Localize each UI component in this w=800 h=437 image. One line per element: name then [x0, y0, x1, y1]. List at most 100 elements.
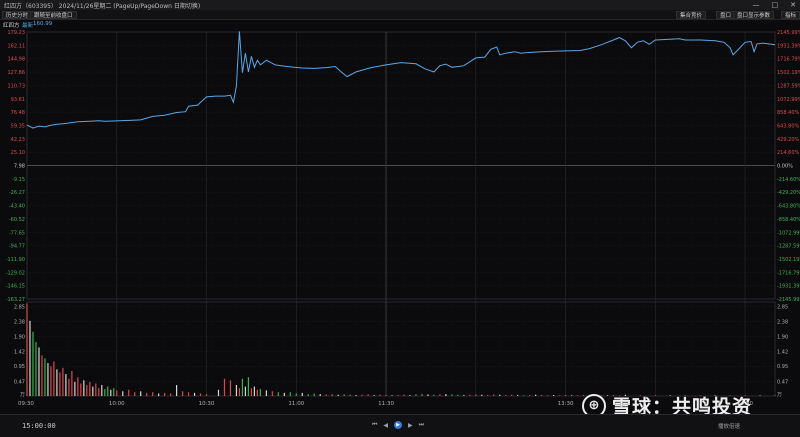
- playback-bar: 15:00:00 ⏮ ◀ ▶ ▶ ⏭ 播放倍速: [0, 414, 800, 437]
- window-controls: — □ ✕: [749, 0, 797, 10]
- skip-forward-icon[interactable]: ⏭: [419, 421, 424, 429]
- volume-bar: [774, 395, 776, 396]
- volume-bar: [170, 393, 172, 396]
- volume-tick-label: 2.38: [14, 319, 25, 325]
- percent-tick-label: 643.80%: [777, 123, 799, 129]
- volume-bar: [193, 392, 196, 396]
- time-tick-label: 11:00: [288, 401, 304, 407]
- playback-controls: ⏮ ◀ ▶ ▶ ⏭: [372, 421, 424, 429]
- volume-bar: [26, 303, 28, 396]
- volume-bar: [517, 395, 519, 396]
- percent-axis: 2145.99% 1931.39% 1716.79% 1502.19% 1287.59%…: [777, 30, 800, 303]
- auction-button[interactable]: 集合竞价: [676, 11, 707, 19]
- percent-tick-label: -214.60%: [777, 177, 800, 183]
- price-tick-label: 93.61: [11, 97, 25, 103]
- volume-unit-label: 万: [20, 392, 25, 398]
- price-tick-label: 76.48: [11, 110, 25, 116]
- step-forward-icon[interactable]: ▶: [408, 422, 413, 429]
- percent-tick-label: 1931.39%: [777, 43, 800, 49]
- volume-bar: [535, 394, 537, 396]
- volume-bar: [541, 395, 543, 396]
- volume-bar: [187, 392, 190, 396]
- price-tick-label: -129.02: [6, 270, 25, 276]
- volume-bar: [301, 392, 303, 396]
- volume-bar: [176, 385, 178, 396]
- volume-bar: [47, 363, 49, 396]
- volume-bar: [313, 393, 315, 396]
- maximize-icon[interactable]: □: [772, 1, 779, 9]
- volume-bar: [529, 395, 531, 396]
- intraday-chart[interactable]: 179.23 162.11 144.98 127.86 110.73 93.61 76.48…: [0, 29, 800, 412]
- volume-bar: [101, 385, 103, 396]
- stock-name: 红四方: [3, 23, 20, 29]
- percent-tick-label: -1287.59%: [777, 244, 800, 250]
- orderbook-params-button[interactable]: 盘口显示参数: [733, 11, 775, 19]
- percent-tick-label: -2145.99%: [777, 297, 800, 303]
- volume-bar: [253, 386, 255, 396]
- indicator-button[interactable]: 指标: [781, 11, 800, 19]
- volume-unit-label: 万: [777, 392, 782, 398]
- price-tick-label: 25.10: [11, 150, 25, 156]
- volume-bar: [391, 395, 393, 396]
- volume-bar: [367, 394, 369, 396]
- minimize-icon[interactable]: —: [753, 1, 760, 9]
- volume-bar: [361, 394, 363, 396]
- price-tick-label: 7.98: [14, 164, 25, 170]
- volume-bar: [759, 395, 761, 396]
- price-tick-label: -111.90: [6, 257, 25, 263]
- volume-bar: [355, 395, 357, 396]
- time-tick-label: 10:00: [109, 401, 125, 407]
- volume-bar: [53, 361, 55, 396]
- volume-bar: [457, 394, 459, 396]
- history-timeshare-button[interactable]: 历史分时: [2, 11, 33, 19]
- volume-tick-label: 1.42: [14, 350, 25, 356]
- volume-bar: [116, 390, 118, 396]
- play-icon[interactable]: ▶: [394, 421, 403, 429]
- volume-bar: [32, 331, 34, 396]
- volume-bar: [62, 367, 64, 396]
- volume-bar: [319, 394, 321, 396]
- volume-bar: [235, 385, 238, 396]
- volume-bar: [379, 394, 381, 396]
- volume-bar: [523, 395, 525, 396]
- volume-bar: [397, 395, 399, 396]
- latest-label: 最新: [22, 23, 34, 29]
- volume-bar: [283, 392, 285, 396]
- percent-tick-label: 858.40%: [777, 110, 799, 116]
- toolbar: 历史分时 跟随至前收盘口 集合竞价 盘口 盘口显示参数 指标: [0, 10, 800, 20]
- volume-bar: [289, 392, 291, 396]
- percent-tick-label: -643.80%: [777, 204, 800, 210]
- playback-speed-label[interactable]: 播放倍速: [718, 422, 740, 430]
- volume-bar: [570, 395, 573, 396]
- volume-bar: [259, 389, 261, 396]
- volume-bar: [409, 395, 411, 396]
- percent-tick-label: -1072.99%: [777, 230, 800, 236]
- volume-bar: [439, 394, 441, 396]
- volume-bar: [558, 395, 561, 396]
- volume-bar: [349, 394, 351, 396]
- volume-panel-frame: [26, 301, 776, 397]
- volume-bar: [487, 395, 489, 396]
- volume-bar: [128, 389, 130, 396]
- price-info-bar: 红四方 最新 160.99: [0, 20, 800, 29]
- price-tick-label: -163.27: [6, 297, 25, 303]
- close-icon[interactable]: ✕: [790, 1, 796, 9]
- volume-tick-label: 0.95: [14, 364, 25, 370]
- step-back-icon[interactable]: ◀: [383, 422, 388, 429]
- skip-back-icon[interactable]: ⏮: [372, 421, 377, 429]
- volume-bar: [265, 390, 267, 396]
- volume-bar: [98, 388, 100, 396]
- price-tick-label: 42.23: [11, 137, 25, 143]
- volume-bar: [463, 395, 465, 396]
- volume-bar: [256, 389, 258, 396]
- volume-bar: [50, 366, 52, 396]
- volume-bar: [59, 372, 61, 396]
- follow-prev-close-button[interactable]: 跟随至前收盘口: [30, 11, 77, 19]
- price-tick-label: 179.23: [8, 30, 26, 36]
- volume-bar: [415, 394, 417, 396]
- volume-bar: [277, 392, 279, 396]
- time-tick-label: 09:30: [18, 401, 34, 407]
- price-tick-label: -43.40: [9, 204, 25, 210]
- volume-bar: [65, 374, 67, 396]
- percent-tick-label: -1502.19%: [777, 257, 800, 263]
